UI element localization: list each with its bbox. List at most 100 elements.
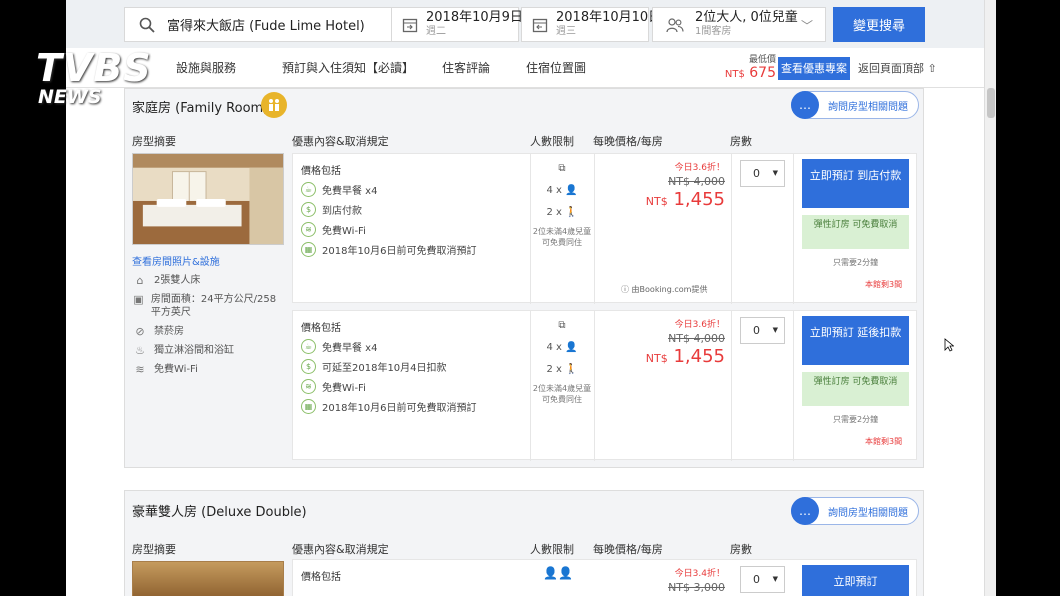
occupancy: ⧉ 4 x 👤 2 x 🚶 2位未滿4歲兒童可免費同住 xyxy=(532,158,592,248)
divider xyxy=(793,154,794,304)
rate-offer: 價格包括 ☕ 免費早餐 x4 $ 可延至2018年10月4日扣款 ≋ 免費Wi-Fi … xyxy=(292,310,917,461)
back-to-top-link[interactable]: 返回頁面頂部 ⇧ xyxy=(858,60,937,76)
checkout-date-field[interactable]: 2018年10月10日 週三 xyxy=(521,7,661,42)
header-rooms: 房數 xyxy=(730,135,752,148)
qty-value: 0 xyxy=(753,324,760,337)
offer-price: 今日3.4折！ NT$ 3,000 xyxy=(595,566,725,594)
qty-value: 0 xyxy=(753,573,760,586)
hotel-name: 富得來大飯店 (Fude Lime Hotel) xyxy=(167,19,365,34)
tab-location[interactable]: 住宿位置圖 xyxy=(526,59,586,76)
checkin-date-field[interactable]: 2018年10月9日 週二 xyxy=(391,7,523,42)
occupancy-kids: 2 x xyxy=(546,364,562,375)
price-currency: NT$ xyxy=(645,352,668,365)
rooms-count: 1間客房 xyxy=(695,25,732,37)
mouse-cursor-icon xyxy=(944,338,954,352)
search-icon xyxy=(135,14,159,36)
header-summary: 房型摘要 xyxy=(132,135,176,148)
view-deals-button[interactable]: 查看優惠專案 xyxy=(778,57,850,80)
term-cancel: ▦ 2018年10月6日前可免費取消預訂 xyxy=(301,239,521,259)
ask-question-button[interactable]: … 詢問房型相關問題 xyxy=(791,91,919,119)
term-cancel: ▦ 2018年10月6日前可免費取消預訂 xyxy=(301,396,521,416)
feature-bath: ♨ 獨立淋浴間和浴缸 xyxy=(132,344,284,357)
flexible-booking-button[interactable]: 彈性訂房 可免費取消 xyxy=(802,215,909,249)
term-breakfast: ☕ 免費早餐 x4 xyxy=(301,336,521,356)
header-price: 每晚價格/每房 xyxy=(593,543,663,556)
term-wifi: ≋ 免費Wi-Fi xyxy=(301,219,521,239)
offer-price: 今日3.6折！ NT$ 4,000 NT$ 1,455 xyxy=(595,160,725,210)
qty-value: 0 xyxy=(753,167,760,180)
child-icon: 🚶 xyxy=(565,207,578,218)
header-summary: 房型摘要 xyxy=(132,543,176,556)
discount-label: 今日3.6折！ xyxy=(674,320,725,330)
book-now-button[interactable]: 立即預訂 xyxy=(802,565,909,596)
rate-offer: 價格包括 👤👤 今日3.4折！ NT$ 3,000 0 ▼ 立即預訂 xyxy=(292,559,917,596)
ask-question-button[interactable]: … 詢問房型相關問題 xyxy=(791,497,919,525)
payment-icon: $ xyxy=(301,358,316,374)
room-photo[interactable] xyxy=(132,561,284,596)
occupancy: ⧉ 4 x 👤 2 x 🚶 2位未滿4歲兒童可免費同住 xyxy=(532,315,592,405)
logo-brand: TVBS xyxy=(36,46,152,90)
price-source: ⓘ 由Booking.com提供 xyxy=(621,284,707,295)
feature-nosmoking: ⊘ 禁菸房 xyxy=(132,325,284,338)
feature-text: 房間面積：24平方公尺/258平方英尺 xyxy=(150,294,277,318)
booking-time-hint: 只需要2分鐘 xyxy=(833,415,879,424)
original-price: NT$ 3,000 xyxy=(668,581,725,594)
booking-time-hint: 只需要2分鐘 xyxy=(833,258,879,267)
guests-icon xyxy=(663,14,687,36)
lowest-price: 最低價 NT$ 675 xyxy=(720,52,776,81)
calendar-out-icon xyxy=(532,14,548,36)
divider xyxy=(793,311,794,461)
tab-booking-notice[interactable]: 預訂與入住須知【必讀】 xyxy=(282,59,414,76)
term-text: 2018年10月6日前可免費取消預訂 xyxy=(322,245,477,257)
flexible-booking-button[interactable]: 彈性訂房 可免費取消 xyxy=(802,372,909,406)
term-text: 免費早餐 x4 xyxy=(322,342,378,354)
header-terms: 優惠內容&取消規定 xyxy=(292,135,389,148)
room-qty-select[interactable]: 0 ▼ xyxy=(740,566,785,593)
tab-reviews[interactable]: 住客評論 xyxy=(442,59,490,76)
room-qty-select[interactable]: 0 ▼ xyxy=(740,317,785,344)
current-price: 1,455 xyxy=(673,346,725,367)
book-now-button[interactable]: 立即預訂 延後扣款 xyxy=(802,316,909,365)
feature-text: 2張雙人床 xyxy=(154,275,201,286)
breakfast-icon: ☕ xyxy=(301,181,316,197)
logo-sub: NEWS xyxy=(38,86,102,108)
guests-selector[interactable]: 2位大人, 0位兒童 1間客房 ﹀ xyxy=(652,7,826,42)
room-summary: 查看房間照片&設施 ⌂ 2張雙人床 ▣ 房間面積：24平方公尺/258平方英尺 ⊘ 禁… xyxy=(132,153,284,376)
wifi-icon: ≋ xyxy=(135,363,145,376)
page-scrollbar[interactable] xyxy=(984,0,996,596)
term-text: 免費Wi-Fi xyxy=(322,382,366,394)
term-text: 免費早餐 x4 xyxy=(322,185,378,197)
lowest-price-amount: 675 xyxy=(749,65,776,81)
terms-header: 價格包括 xyxy=(301,572,341,583)
room-photo[interactable] xyxy=(132,153,284,245)
discount-label: 今日3.6折！ xyxy=(674,163,725,173)
checkin-day: 週二 xyxy=(426,25,446,37)
back-to-top-label: 返回頁面頂部 xyxy=(858,62,924,75)
divider xyxy=(530,154,531,304)
feature-bed: ⌂ 2張雙人床 xyxy=(132,274,284,287)
ask-question-label: 詢問房型相關問題 xyxy=(828,102,908,113)
feature-size: ▣ 房間面積：24平方公尺/258平方英尺 xyxy=(132,293,284,319)
room-title: 豪華雙人房 (Deluxe Double) xyxy=(132,505,307,520)
header-price: 每晚價格/每房 xyxy=(593,135,663,148)
terms-header: 價格包括 xyxy=(301,323,341,334)
book-now-button[interactable]: 立即預訂 到店付款 xyxy=(802,159,909,208)
term-text: 免費Wi-Fi xyxy=(322,225,366,237)
discount-label: 今日3.4折！ xyxy=(674,569,725,579)
room-deluxe-double: 豪華雙人房 (Deluxe Double) … 詢問房型相關問題 房型摘要 優惠… xyxy=(124,490,924,596)
room-family: 家庭房 (Family Room) … 詢問房型相關問題 房型摘要 優惠內容&取… xyxy=(124,88,924,468)
room-qty-select[interactable]: 0 ▼ xyxy=(740,160,785,187)
hotel-page: 富得來大飯店 (Fude Lime Hotel) 2018年10月9日 週二 2… xyxy=(66,0,984,596)
copy-icon: ⧉ xyxy=(558,163,566,174)
term-breakfast: ☕ 免費早餐 x4 xyxy=(301,179,521,199)
divider xyxy=(731,154,732,304)
rooms-left: 本館剩3間 xyxy=(865,280,903,289)
feature-text: 獨立淋浴間和浴缸 xyxy=(154,345,234,356)
change-search-button[interactable]: 變更搜尋 xyxy=(833,7,925,42)
room-gallery-link[interactable]: 查看房間照片&設施 xyxy=(132,253,284,268)
lowest-price-label: 最低價 xyxy=(748,55,776,65)
term-text: 2018年10月6日前可免費取消預訂 xyxy=(322,402,477,414)
scrollbar-thumb[interactable] xyxy=(987,88,995,118)
calendar-icon: ▦ xyxy=(301,241,316,257)
checkout-date: 2018年10月10日 xyxy=(556,9,662,25)
